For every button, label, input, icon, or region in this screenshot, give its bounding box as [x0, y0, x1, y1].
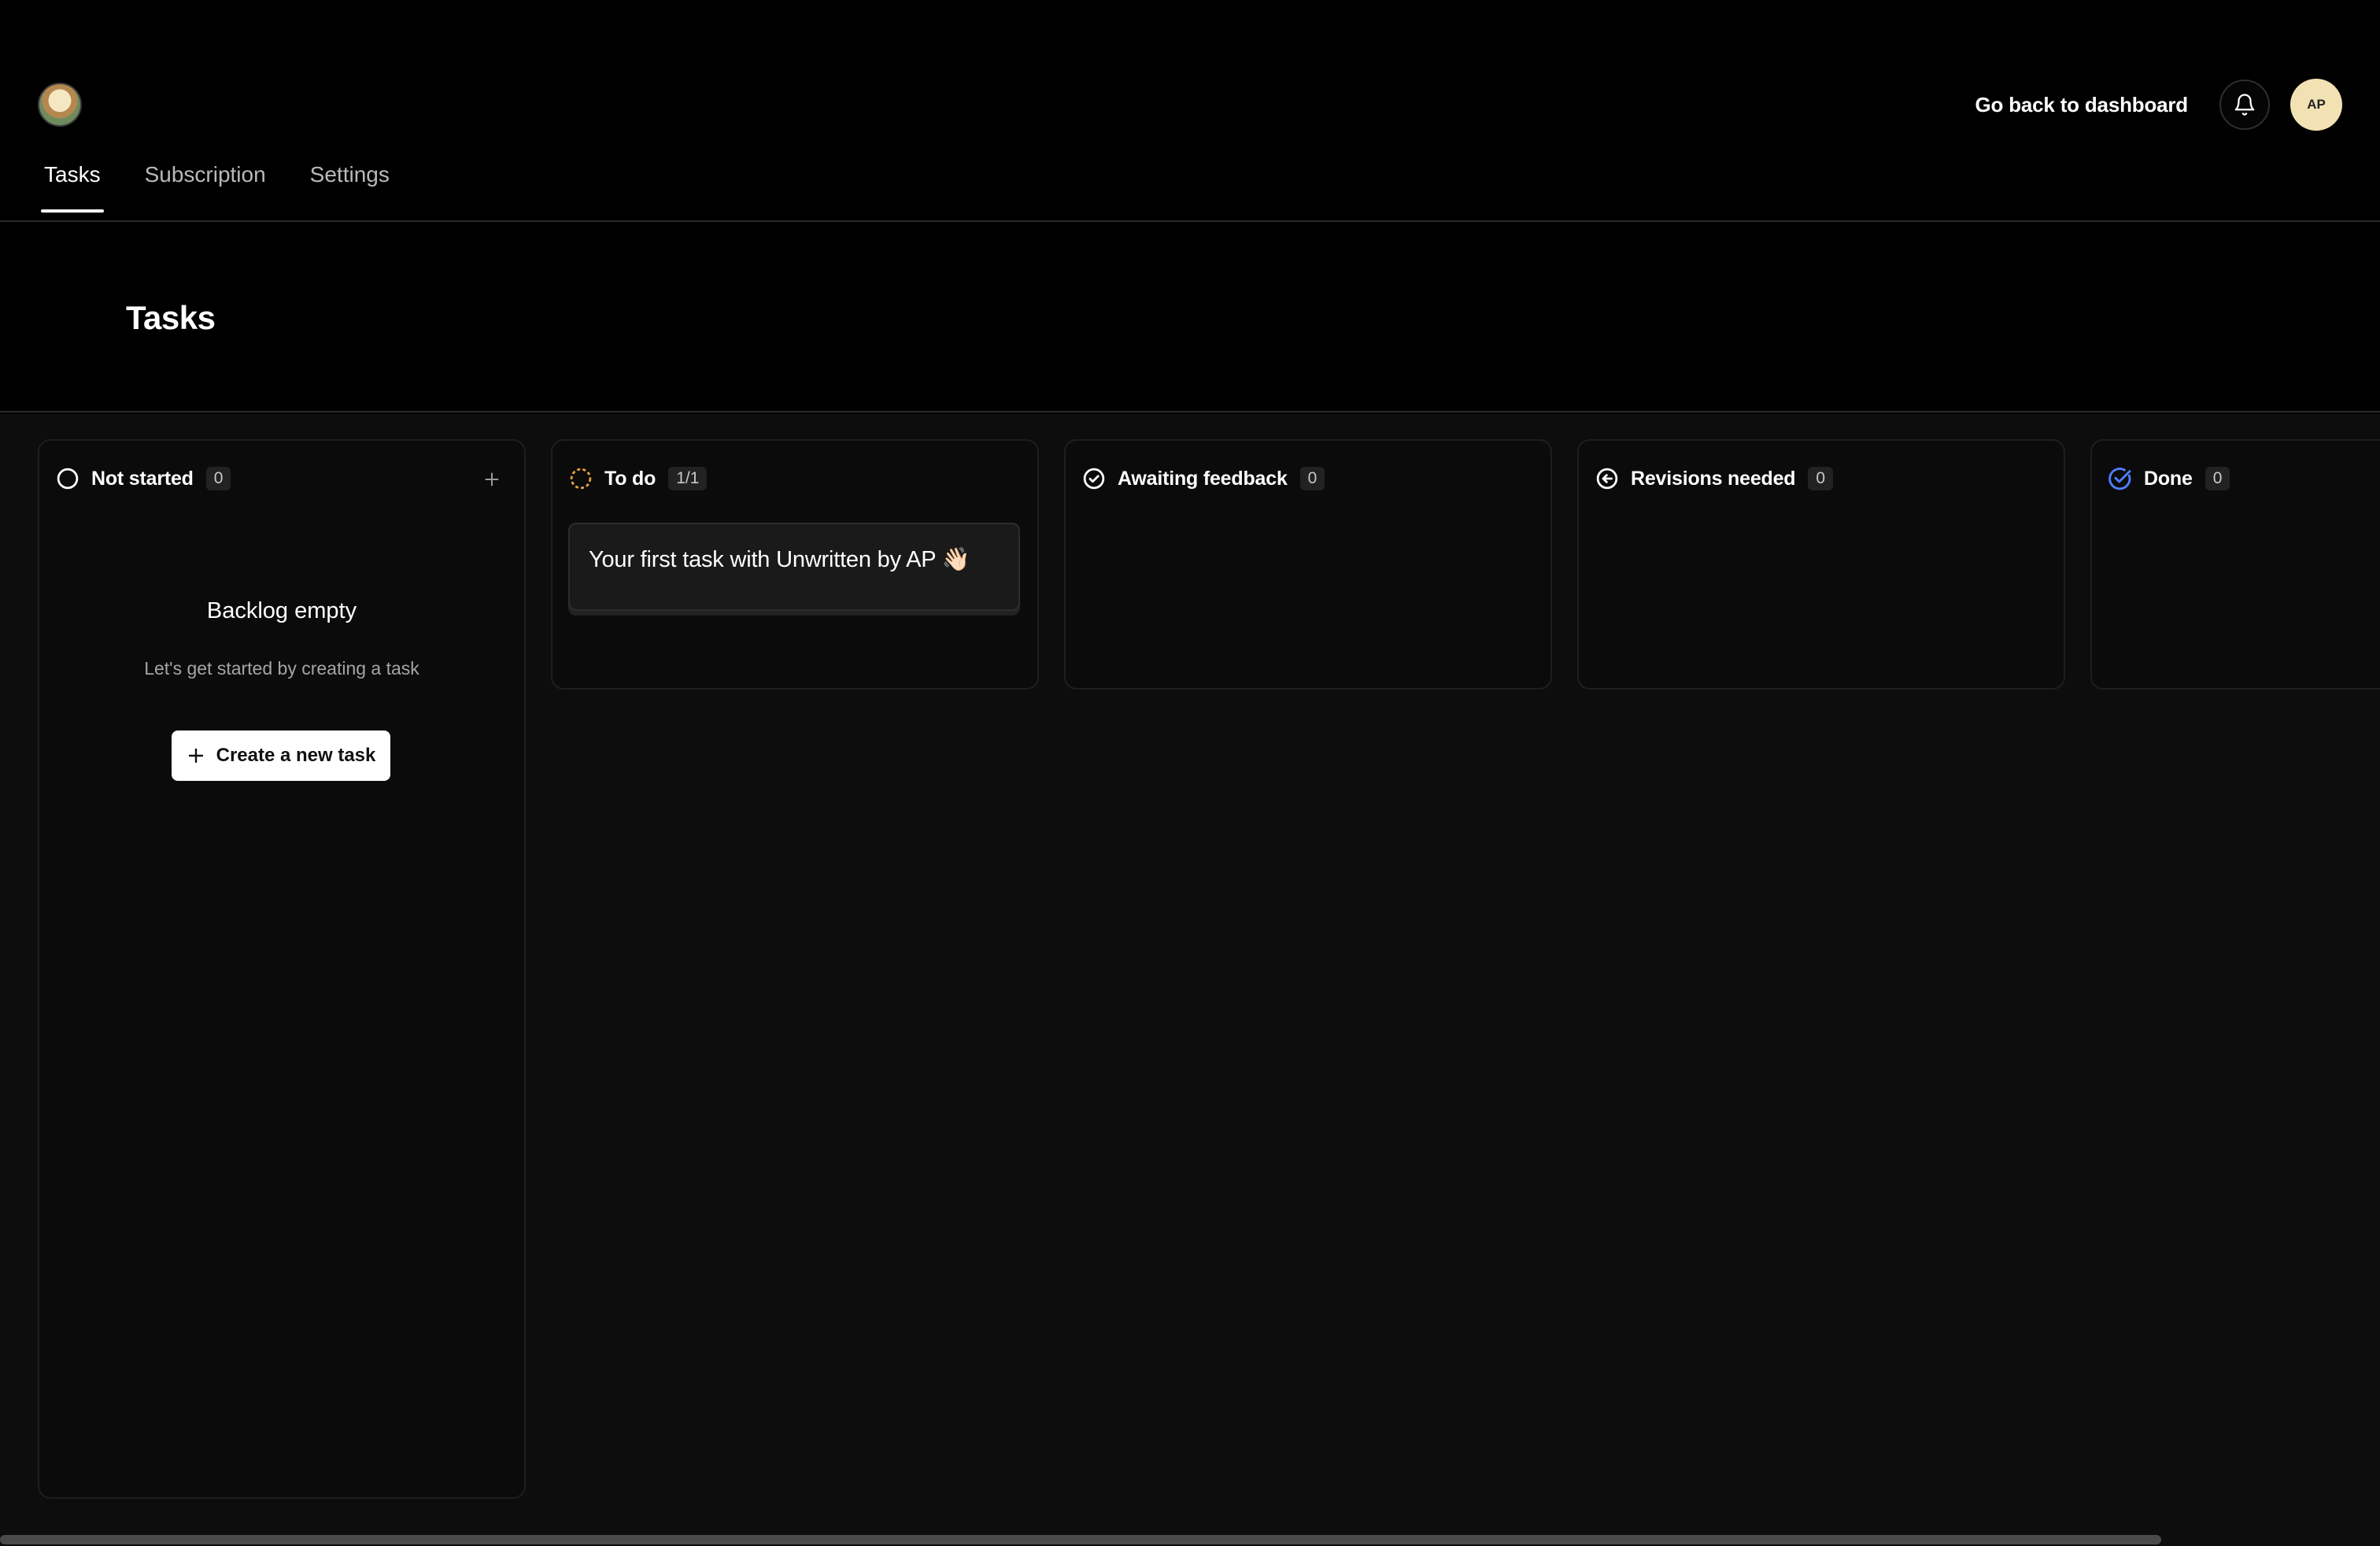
- tab-subscription[interactable]: Subscription: [145, 162, 266, 211]
- plus-icon: [485, 472, 499, 486]
- column-count: 0: [2204, 467, 2230, 490]
- top-bar: Go back to dashboard AP Tasks Subscripti…: [0, 0, 2380, 222]
- empty-state-subtitle: Let's get started by creating a task: [144, 658, 419, 679]
- bell-icon: [2234, 94, 2255, 116]
- column-title: Done: [2144, 467, 2193, 490]
- check-circle-icon: [1081, 466, 1107, 491]
- column-count: 1/1: [668, 467, 708, 490]
- task-card[interactable]: Your first task with Unwritten by AP 👋🏻: [568, 523, 1020, 611]
- column-count: 0: [1299, 467, 1325, 490]
- column-not-started: Not started 0 Backlog empty Let's get st…: [38, 439, 526, 1499]
- double-check-circle-icon: [2108, 466, 2133, 491]
- kanban-board: Not started 0 Backlog empty Let's get st…: [0, 414, 2380, 1546]
- column-to-do: To do 1/1 Your first task with Unwritten…: [551, 439, 1039, 690]
- plus-icon: [188, 748, 203, 764]
- user-avatar[interactable]: AP: [2290, 79, 2342, 131]
- column-done: Done 0: [2090, 439, 2380, 690]
- horizontal-scrollbar-thumb[interactable]: [0, 1535, 2161, 1544]
- column-header: Awaiting feedback 0: [1081, 466, 1325, 491]
- empty-state-title: Backlog empty: [206, 598, 357, 623]
- column-title: Not started: [91, 467, 194, 490]
- page-header: Tasks: [0, 224, 2380, 412]
- column-revisions-needed: Revisions needed 0: [1577, 439, 2065, 690]
- app-root: Go back to dashboard AP Tasks Subscripti…: [0, 0, 2380, 1546]
- column-title: To do: [604, 467, 656, 490]
- column-header: Done 0: [2108, 466, 2230, 491]
- create-new-task-label: Create a new task: [216, 745, 376, 766]
- column-header: Not started 0: [55, 466, 231, 491]
- column-header: To do 1/1: [568, 466, 708, 491]
- column-title: Awaiting feedback: [1118, 467, 1288, 490]
- column-awaiting-feedback: Awaiting feedback 0: [1064, 439, 1552, 690]
- add-task-button[interactable]: [480, 468, 504, 491]
- page-title: Tasks: [126, 299, 216, 336]
- circle-outline-icon: [55, 466, 80, 491]
- dashed-circle-icon: [568, 466, 593, 491]
- go-back-to-dashboard-link[interactable]: Go back to dashboard: [1975, 93, 2189, 117]
- app-logo[interactable]: [38, 83, 82, 127]
- column-count: 0: [1808, 467, 1834, 490]
- column-header: Revisions needed 0: [1595, 466, 1834, 491]
- create-new-task-button[interactable]: Create a new task: [172, 730, 390, 781]
- arrow-left-circle-icon: [1595, 466, 1620, 491]
- tab-tasks[interactable]: Tasks: [41, 162, 104, 213]
- top-actions: Go back to dashboard AP: [1975, 79, 2342, 131]
- tab-settings[interactable]: Settings: [310, 162, 390, 211]
- column-count: 0: [205, 467, 231, 490]
- main-tabs: Tasks Subscription Settings: [41, 162, 390, 213]
- notifications-button[interactable]: [2219, 80, 2270, 130]
- column-title: Revisions needed: [1631, 467, 1796, 490]
